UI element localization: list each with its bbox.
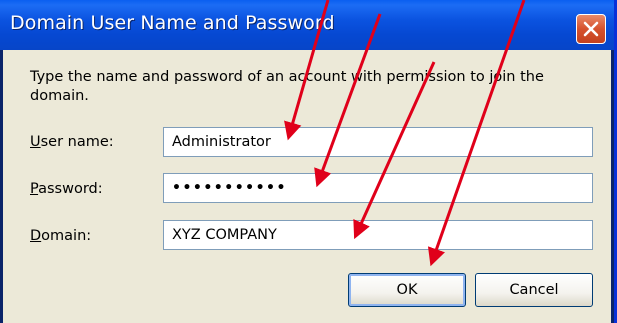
window-title: Domain User Name and Password (10, 12, 335, 34)
close-x-icon (583, 21, 599, 37)
username-label-rest: ser name: (40, 134, 114, 150)
password-label-rest: assword: (38, 181, 103, 197)
ok-button[interactable]: OK (348, 273, 466, 307)
domain-input[interactable]: XYZ COMPANY (163, 220, 593, 250)
domain-label-rest: omain: (41, 228, 92, 244)
domain-value: XYZ COMPANY (172, 227, 277, 243)
title-bar[interactable]: Domain User Name and Password (0, 0, 614, 50)
password-label-accesskey: P (30, 181, 39, 197)
domain-label-accesskey: D (30, 228, 42, 244)
domain-label: Domain: (30, 228, 91, 244)
instruction-text: Type the name and password of an account… (30, 69, 544, 104)
password-value: ••••••••••• (172, 180, 287, 196)
password-input[interactable]: ••••••••••• (163, 173, 593, 203)
username-label-accesskey: U (30, 134, 41, 150)
screenshot: Domain User Name and Password Type the n… (0, 0, 617, 323)
cancel-button[interactable]: Cancel (475, 273, 593, 307)
username-input[interactable]: Administrator (163, 127, 593, 157)
username-value: Administrator (172, 134, 271, 150)
close-button[interactable] (576, 14, 606, 44)
username-label: User name: (30, 134, 114, 150)
password-label: Password: (30, 181, 103, 197)
